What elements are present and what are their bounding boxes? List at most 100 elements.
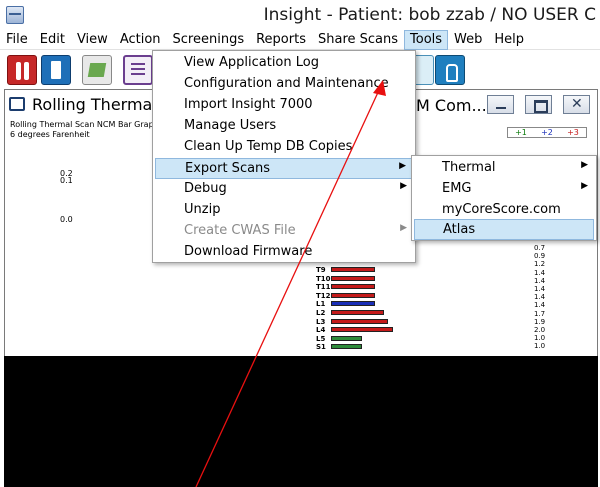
menu-item-mycorescore[interactable]: myCoreScore.com xyxy=(414,200,594,221)
chart-bar xyxy=(331,284,375,290)
menu-item-import-insight-7000[interactable]: Import Insight 7000 xyxy=(155,95,413,116)
chart-bar xyxy=(331,267,375,272)
menu-item-label: Export Scans xyxy=(185,161,271,176)
scan-value: 0.9 xyxy=(534,252,546,261)
menu-item-create-cwas-file: Create CWAS File ▶ xyxy=(155,221,413,242)
vertebra-label: L4 xyxy=(316,326,326,335)
scan-value: 1.4 xyxy=(534,293,546,302)
scan-red-icon[interactable] xyxy=(7,55,37,85)
scan-value: 0.7 xyxy=(534,244,546,252)
menu-item-label: Thermal xyxy=(442,160,496,175)
child-window-title-tail: M Com... xyxy=(416,96,487,115)
empty-panel xyxy=(4,356,598,487)
vertebra-label: T12 xyxy=(316,291,331,300)
menu-edit[interactable]: Edit xyxy=(34,30,71,50)
document-blue-icon[interactable] xyxy=(41,55,71,85)
menu-screenings[interactable]: Screenings xyxy=(167,30,251,50)
title-bar: Insight - Patient: bob zzab / NO USER C xyxy=(0,0,600,30)
menu-item-debug[interactable]: Debug ▶ xyxy=(155,179,413,200)
legend-item: +2 xyxy=(541,128,553,137)
list-icon[interactable] xyxy=(123,55,153,85)
legend-item: +3 xyxy=(567,128,579,137)
menu-item-view-application-log[interactable]: View Application Log xyxy=(155,53,413,74)
vertebra-label: T11 xyxy=(316,283,331,292)
menu-help[interactable]: Help xyxy=(488,30,530,50)
vertebra-label: L5 xyxy=(316,334,326,343)
scan-value: 2.0 xyxy=(534,326,546,334)
menu-item-label: myCoreScore.com xyxy=(442,202,561,217)
chart-bar xyxy=(331,301,375,307)
scan-value: 1.9 xyxy=(534,317,546,326)
scan-value: 1.4 xyxy=(534,276,546,285)
vertebra-label: T10 xyxy=(316,274,331,283)
menu-item-label: Unzip xyxy=(184,202,221,217)
menu-item-manage-users[interactable]: Manage Users xyxy=(155,116,413,137)
chart-bar xyxy=(331,292,375,298)
menu-item-thermal[interactable]: Thermal ▶ xyxy=(414,158,594,179)
scan-value: 1.2 xyxy=(534,260,546,269)
submenu-arrow-icon: ▶ xyxy=(399,161,406,171)
scanner-green-icon[interactable] xyxy=(82,55,112,85)
window-title: Insight - Patient: bob zzab / NO USER C xyxy=(263,5,596,25)
scan-value: 1.4 xyxy=(534,301,546,310)
menu-item-label: Download Firmware xyxy=(184,244,313,259)
menu-item-label: View Application Log xyxy=(184,55,319,70)
tools-menu: View Application Log Configuration and M… xyxy=(152,50,416,263)
menu-item-label: Configuration and Maintenance xyxy=(184,76,389,91)
scan-value: 1.4 xyxy=(534,268,546,277)
vertebra-label: L2 xyxy=(316,309,326,317)
menu-item-configuration-and-maintenance[interactable]: Configuration and Maintenance xyxy=(155,74,413,95)
maximize-button[interactable] xyxy=(525,95,552,114)
menu-action[interactable]: Action xyxy=(114,30,167,50)
chart-bar xyxy=(331,344,362,350)
menu-item-label: Clean Up Temp DB Copies xyxy=(184,139,353,154)
menu-view[interactable]: View xyxy=(71,30,114,50)
chart-bar xyxy=(331,310,384,315)
scan-units: 6 degrees Farenheit xyxy=(10,130,90,139)
chart-bar xyxy=(331,335,362,341)
scan-value: 1.4 xyxy=(534,285,546,293)
app-icon[interactable] xyxy=(6,6,24,24)
menu-reports[interactable]: Reports xyxy=(250,30,312,50)
scan-value: 1.0 xyxy=(534,334,546,343)
scan-window-icon[interactable] xyxy=(9,97,25,111)
menu-item-label: Debug xyxy=(184,181,227,196)
scale-value: 0.0 xyxy=(60,215,73,224)
chart-bar xyxy=(331,275,375,281)
scan-value: 1.7 xyxy=(534,309,546,318)
menu-item-label: Import Insight 7000 xyxy=(184,97,313,112)
close-button[interactable]: ✕ xyxy=(563,95,590,114)
menu-bar: File Edit View Action Screenings Reports… xyxy=(0,30,600,50)
menu-item-clean-up-temp-db-copies[interactable]: Clean Up Temp DB Copies xyxy=(155,137,413,158)
menu-web[interactable]: Web xyxy=(448,30,488,50)
menu-item-export-scans[interactable]: Export Scans ▶ xyxy=(155,158,413,179)
vertebra-label: T9 xyxy=(316,266,326,274)
menu-item-label: Create CWAS File xyxy=(184,223,296,238)
menu-item-label: Atlas xyxy=(443,222,476,237)
touch-icon[interactable] xyxy=(435,55,465,85)
menu-item-unzip[interactable]: Unzip xyxy=(155,200,413,221)
menu-item-download-firmware[interactable]: Download Firmware xyxy=(155,242,413,263)
scan-value: 1.0 xyxy=(534,342,546,351)
menu-tools[interactable]: Tools xyxy=(404,30,449,50)
vertebra-label: L1 xyxy=(316,300,326,309)
submenu-arrow-icon: ▶ xyxy=(400,181,407,191)
minimize-button[interactable] xyxy=(487,95,514,114)
export-scans-submenu: Thermal ▶ EMG ▶ myCoreScore.com Atlas xyxy=(411,155,597,241)
legend: +1 +2 +3 xyxy=(507,127,587,138)
scan-description: Rolling Thermal Scan NCM Bar Grap xyxy=(10,120,154,129)
legend-item: +1 xyxy=(515,128,527,137)
chart-bar xyxy=(331,318,388,324)
menu-item-atlas[interactable]: Atlas xyxy=(414,219,594,240)
vertebra-label: S1 xyxy=(316,343,326,352)
menu-share-scans[interactable]: Share Scans xyxy=(312,30,404,50)
menu-file[interactable]: File xyxy=(0,30,34,50)
submenu-arrow-icon: ▶ xyxy=(581,160,588,170)
menu-item-label: Manage Users xyxy=(184,118,277,133)
submenu-arrow-icon: ▶ xyxy=(400,223,407,233)
chart-bar xyxy=(331,327,393,333)
scale-value: 0.1 xyxy=(60,176,73,185)
submenu-arrow-icon: ▶ xyxy=(581,181,588,191)
child-window-title: Rolling Thermal xyxy=(32,95,157,114)
menu-item-emg[interactable]: EMG ▶ xyxy=(414,179,594,200)
